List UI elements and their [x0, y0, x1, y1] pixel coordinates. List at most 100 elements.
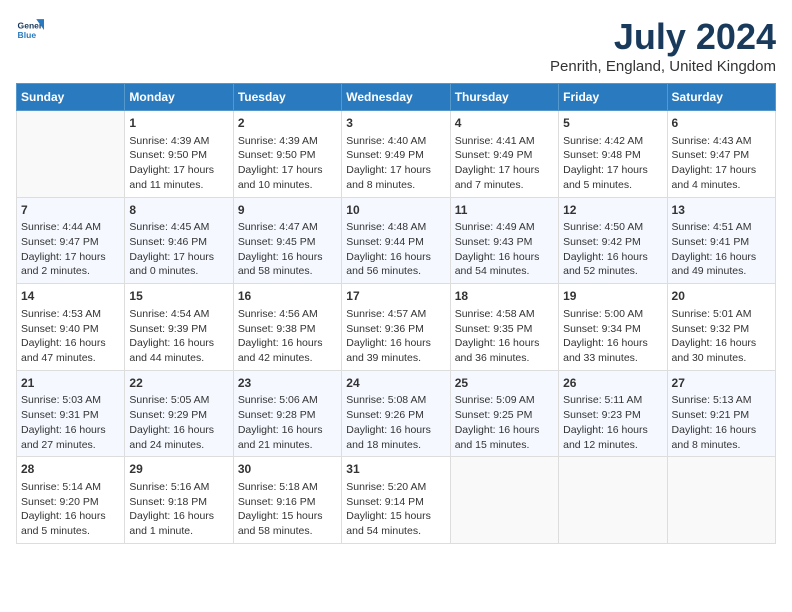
cell-content: Sunrise: 5:09 AM Sunset: 9:25 PM Dayligh…	[455, 393, 554, 452]
calendar-cell: 6 Sunrise: 4:43 AM Sunset: 9:47 PM Daylig…	[667, 111, 775, 198]
cell-content: Sunrise: 5:13 AM Sunset: 9:21 PM Dayligh…	[672, 393, 771, 452]
cell-content: Sunrise: 4:53 AM Sunset: 9:40 PM Dayligh…	[21, 307, 120, 366]
cell-content: Sunrise: 5:18 AM Sunset: 9:16 PM Dayligh…	[238, 480, 337, 539]
day-number: 9	[238, 202, 337, 219]
day-number: 26	[563, 375, 662, 392]
header-cell-thursday: Thursday	[450, 84, 558, 111]
cell-content: Sunrise: 5:08 AM Sunset: 9:26 PM Dayligh…	[346, 393, 445, 452]
calendar-cell: 23Sunrise: 5:06 AM Sunset: 9:28 PM Dayli…	[233, 370, 341, 457]
calendar-cell: 1Sunrise: 4:39 AM Sunset: 9:50 PM Daylig…	[125, 111, 233, 198]
day-number: 6	[672, 115, 771, 132]
calendar-week-5: 28Sunrise: 5:14 AM Sunset: 9:20 PM Dayli…	[17, 457, 776, 544]
calendar-cell: 2 Sunrise: 4:39 AM Sunset: 9:50 PM Daylig…	[233, 111, 341, 198]
cell-content: Sunrise: 5:06 AM Sunset: 9:28 PM Dayligh…	[238, 393, 337, 452]
day-number: 7	[21, 202, 120, 219]
day-number: 18	[455, 288, 554, 305]
calendar-cell: 28Sunrise: 5:14 AM Sunset: 9:20 PM Dayli…	[17, 457, 125, 544]
cell-content: Sunrise: 5:01 AM Sunset: 9:32 PM Dayligh…	[672, 307, 771, 366]
header-cell-sunday: Sunday	[17, 84, 125, 111]
calendar-cell: 8Sunrise: 4:45 AM Sunset: 9:46 PM Daylig…	[125, 197, 233, 284]
calendar-cell: 21Sunrise: 5:03 AM Sunset: 9:31 PM Dayli…	[17, 370, 125, 457]
calendar-cell: 12Sunrise: 4:50 AM Sunset: 9:42 PM Dayli…	[559, 197, 667, 284]
day-number: 11	[455, 202, 554, 219]
calendar-cell: 14Sunrise: 4:53 AM Sunset: 9:40 PM Dayli…	[17, 284, 125, 371]
day-number: 23	[238, 375, 337, 392]
day-number: 8	[129, 202, 228, 219]
day-number: 17	[346, 288, 445, 305]
cell-content: Sunrise: 4:42 AM Sunset: 9:48 PM Dayligh…	[563, 134, 662, 193]
page-subtitle: Penrith, England, United Kingdom	[550, 58, 776, 75]
calendar-cell: 22Sunrise: 5:05 AM Sunset: 9:29 PM Dayli…	[125, 370, 233, 457]
cell-content: Sunrise: 4:47 AM Sunset: 9:45 PM Dayligh…	[238, 220, 337, 279]
day-number: 20	[672, 288, 771, 305]
calendar-cell	[667, 457, 775, 544]
header-row: SundayMondayTuesdayWednesdayThursdayFrid…	[17, 84, 776, 111]
cell-content: Sunrise: 4:58 AM Sunset: 9:35 PM Dayligh…	[455, 307, 554, 366]
cell-content: Sunrise: 4:56 AM Sunset: 9:38 PM Dayligh…	[238, 307, 337, 366]
day-number: 29	[129, 461, 228, 478]
calendar-cell: 7Sunrise: 4:44 AM Sunset: 9:47 PM Daylig…	[17, 197, 125, 284]
logo-icon: General Blue	[16, 16, 44, 44]
calendar-cell: 31 Sunrise: 5:20 AM Sunset: 9:14 PM Dayli…	[342, 457, 450, 544]
calendar-cell: 3 Sunrise: 4:40 AM Sunset: 9:49 PM Daylig…	[342, 111, 450, 198]
calendar-cell: 10Sunrise: 4:48 AM Sunset: 9:44 PM Dayli…	[342, 197, 450, 284]
calendar-table: SundayMondayTuesdayWednesdayThursdayFrid…	[16, 83, 776, 544]
calendar-cell	[17, 111, 125, 198]
calendar-cell: 15 Sunrise: 4:54 AM Sunset: 9:39 PM Dayli…	[125, 284, 233, 371]
cell-content: Sunrise: 4:40 AM Sunset: 9:49 PM Dayligh…	[346, 134, 445, 193]
calendar-cell: 17 Sunrise: 4:57 AM Sunset: 9:36 PM Dayli…	[342, 284, 450, 371]
cell-content: Sunrise: 5:03 AM Sunset: 9:31 PM Dayligh…	[21, 393, 120, 452]
day-number: 31	[346, 461, 445, 478]
day-number: 21	[21, 375, 120, 392]
day-number: 13	[672, 202, 771, 219]
cell-content: Sunrise: 4:57 AM Sunset: 9:36 PM Dayligh…	[346, 307, 445, 366]
cell-content: Sunrise: 5:11 AM Sunset: 9:23 PM Dayligh…	[563, 393, 662, 452]
day-number: 2	[238, 115, 337, 132]
cell-content: Sunrise: 4:39 AM Sunset: 9:50 PM Dayligh…	[238, 134, 337, 193]
day-number: 22	[129, 375, 228, 392]
day-number: 25	[455, 375, 554, 392]
calendar-body: 1Sunrise: 4:39 AM Sunset: 9:50 PM Daylig…	[17, 111, 776, 544]
day-number: 15	[129, 288, 228, 305]
day-number: 16	[238, 288, 337, 305]
cell-content: Sunrise: 4:49 AM Sunset: 9:43 PM Dayligh…	[455, 220, 554, 279]
calendar-cell: 20 Sunrise: 5:01 AM Sunset: 9:32 PM Dayli…	[667, 284, 775, 371]
page-title: July 2024	[550, 16, 776, 58]
svg-text:Blue: Blue	[18, 30, 37, 40]
calendar-cell: 18 Sunrise: 4:58 AM Sunset: 9:35 PM Dayli…	[450, 284, 558, 371]
cell-content: Sunrise: 4:54 AM Sunset: 9:39 PM Dayligh…	[129, 307, 228, 366]
calendar-cell: 27Sunrise: 5:13 AM Sunset: 9:21 PM Dayli…	[667, 370, 775, 457]
calendar-week-3: 14Sunrise: 4:53 AM Sunset: 9:40 PM Dayli…	[17, 284, 776, 371]
header-cell-monday: Monday	[125, 84, 233, 111]
cell-content: Sunrise: 4:50 AM Sunset: 9:42 PM Dayligh…	[563, 220, 662, 279]
calendar-week-4: 21Sunrise: 5:03 AM Sunset: 9:31 PM Dayli…	[17, 370, 776, 457]
calendar-cell: 29Sunrise: 5:16 AM Sunset: 9:18 PM Dayli…	[125, 457, 233, 544]
day-number: 24	[346, 375, 445, 392]
day-number: 4	[455, 115, 554, 132]
day-number: 10	[346, 202, 445, 219]
day-number: 30	[238, 461, 337, 478]
calendar-cell: 16 Sunrise: 4:56 AM Sunset: 9:38 PM Dayli…	[233, 284, 341, 371]
calendar-cell	[559, 457, 667, 544]
day-number: 19	[563, 288, 662, 305]
cell-content: Sunrise: 4:43 AM Sunset: 9:47 PM Dayligh…	[672, 134, 771, 193]
cell-content: Sunrise: 4:41 AM Sunset: 9:49 PM Dayligh…	[455, 134, 554, 193]
header-cell-wednesday: Wednesday	[342, 84, 450, 111]
cell-content: Sunrise: 4:45 AM Sunset: 9:46 PM Dayligh…	[129, 220, 228, 279]
calendar-cell: 13Sunrise: 4:51 AM Sunset: 9:41 PM Dayli…	[667, 197, 775, 284]
calendar-cell: 25Sunrise: 5:09 AM Sunset: 9:25 PM Dayli…	[450, 370, 558, 457]
day-number: 27	[672, 375, 771, 392]
day-number: 5	[563, 115, 662, 132]
logo: General Blue	[16, 16, 44, 44]
cell-content: Sunrise: 5:20 AM Sunset: 9:14 PM Dayligh…	[346, 480, 445, 539]
cell-content: Sunrise: 4:39 AM Sunset: 9:50 PM Dayligh…	[129, 134, 228, 193]
calendar-cell: 19 Sunrise: 5:00 AM Sunset: 9:34 PM Dayli…	[559, 284, 667, 371]
calendar-header: SundayMondayTuesdayWednesdayThursdayFrid…	[17, 84, 776, 111]
calendar-week-2: 7Sunrise: 4:44 AM Sunset: 9:47 PM Daylig…	[17, 197, 776, 284]
calendar-cell: 9Sunrise: 4:47 AM Sunset: 9:45 PM Daylig…	[233, 197, 341, 284]
day-number: 28	[21, 461, 120, 478]
day-number: 3	[346, 115, 445, 132]
cell-content: Sunrise: 5:05 AM Sunset: 9:29 PM Dayligh…	[129, 393, 228, 452]
cell-content: Sunrise: 5:00 AM Sunset: 9:34 PM Dayligh…	[563, 307, 662, 366]
header-cell-friday: Friday	[559, 84, 667, 111]
